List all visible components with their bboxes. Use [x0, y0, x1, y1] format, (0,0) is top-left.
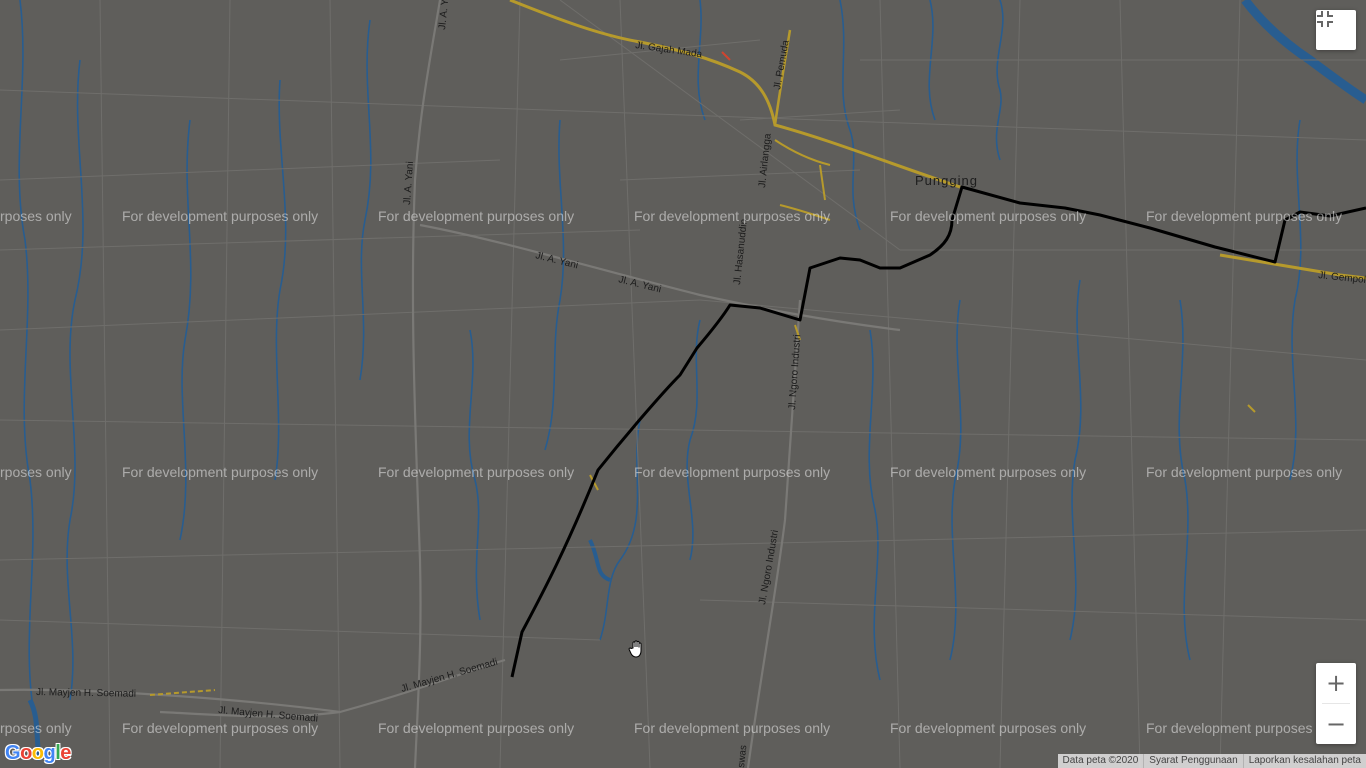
road-label: Jl. Hasanuddin	[732, 218, 750, 285]
report-error-link[interactable]: Laporkan kesalahan peta	[1242, 754, 1366, 768]
map-tiles: Pungging Jl. Gajah Mada Jl. Pemuda Jl. A…	[0, 0, 1366, 768]
route-line	[510, 185, 1366, 678]
logo-letter: G	[5, 742, 21, 764]
poi-marker	[721, 51, 731, 61]
map-data-credit: Data peta ©2020	[1057, 754, 1144, 768]
logo-letter: e	[60, 742, 71, 764]
attribution-bar: Data peta ©2020 Syarat Penggunaan Lapork…	[1057, 754, 1366, 768]
logo-letter: o	[31, 742, 44, 764]
fullscreen-button[interactable]	[1316, 10, 1356, 50]
minor-roads	[0, 0, 1366, 768]
zoom-out-button[interactable]: −	[1316, 704, 1356, 744]
road-label: Jl. Gajah Mada	[635, 40, 704, 60]
logo-letter: o	[20, 742, 32, 764]
road-label: swas	[736, 744, 749, 768]
road-label: Jl. Pemuda	[772, 39, 792, 91]
fullscreen-exit-icon	[1317, 11, 1333, 27]
road-label: Jl. Gempol	[1318, 270, 1366, 286]
road-label: Jl. Mayjen H. Soemadi	[400, 657, 499, 695]
zoom-in-button[interactable]: +	[1316, 663, 1356, 703]
logo-letter: g	[43, 742, 56, 764]
google-logo[interactable]: Google	[5, 742, 71, 765]
town-label: Pungging	[915, 173, 978, 188]
road-label: Jl. A. Yani	[437, 0, 452, 30]
road-label: Jl. A. Yani	[534, 250, 579, 271]
secondary-roads	[0, 0, 901, 768]
road-label: Jl. Mayjen H. Soemadi	[36, 687, 136, 700]
road-label: Jl. Airlangga	[757, 133, 774, 189]
zoom-control: + −	[1316, 663, 1356, 744]
road-label: Jl. A. Yani	[617, 274, 662, 295]
road-label: Jl. Ngoro Industri	[787, 334, 803, 410]
map-canvas[interactable]: Pungging Jl. Gajah Mada Jl. Pemuda Jl. A…	[0, 0, 1366, 768]
terms-link[interactable]: Syarat Penggunaan	[1143, 754, 1243, 768]
